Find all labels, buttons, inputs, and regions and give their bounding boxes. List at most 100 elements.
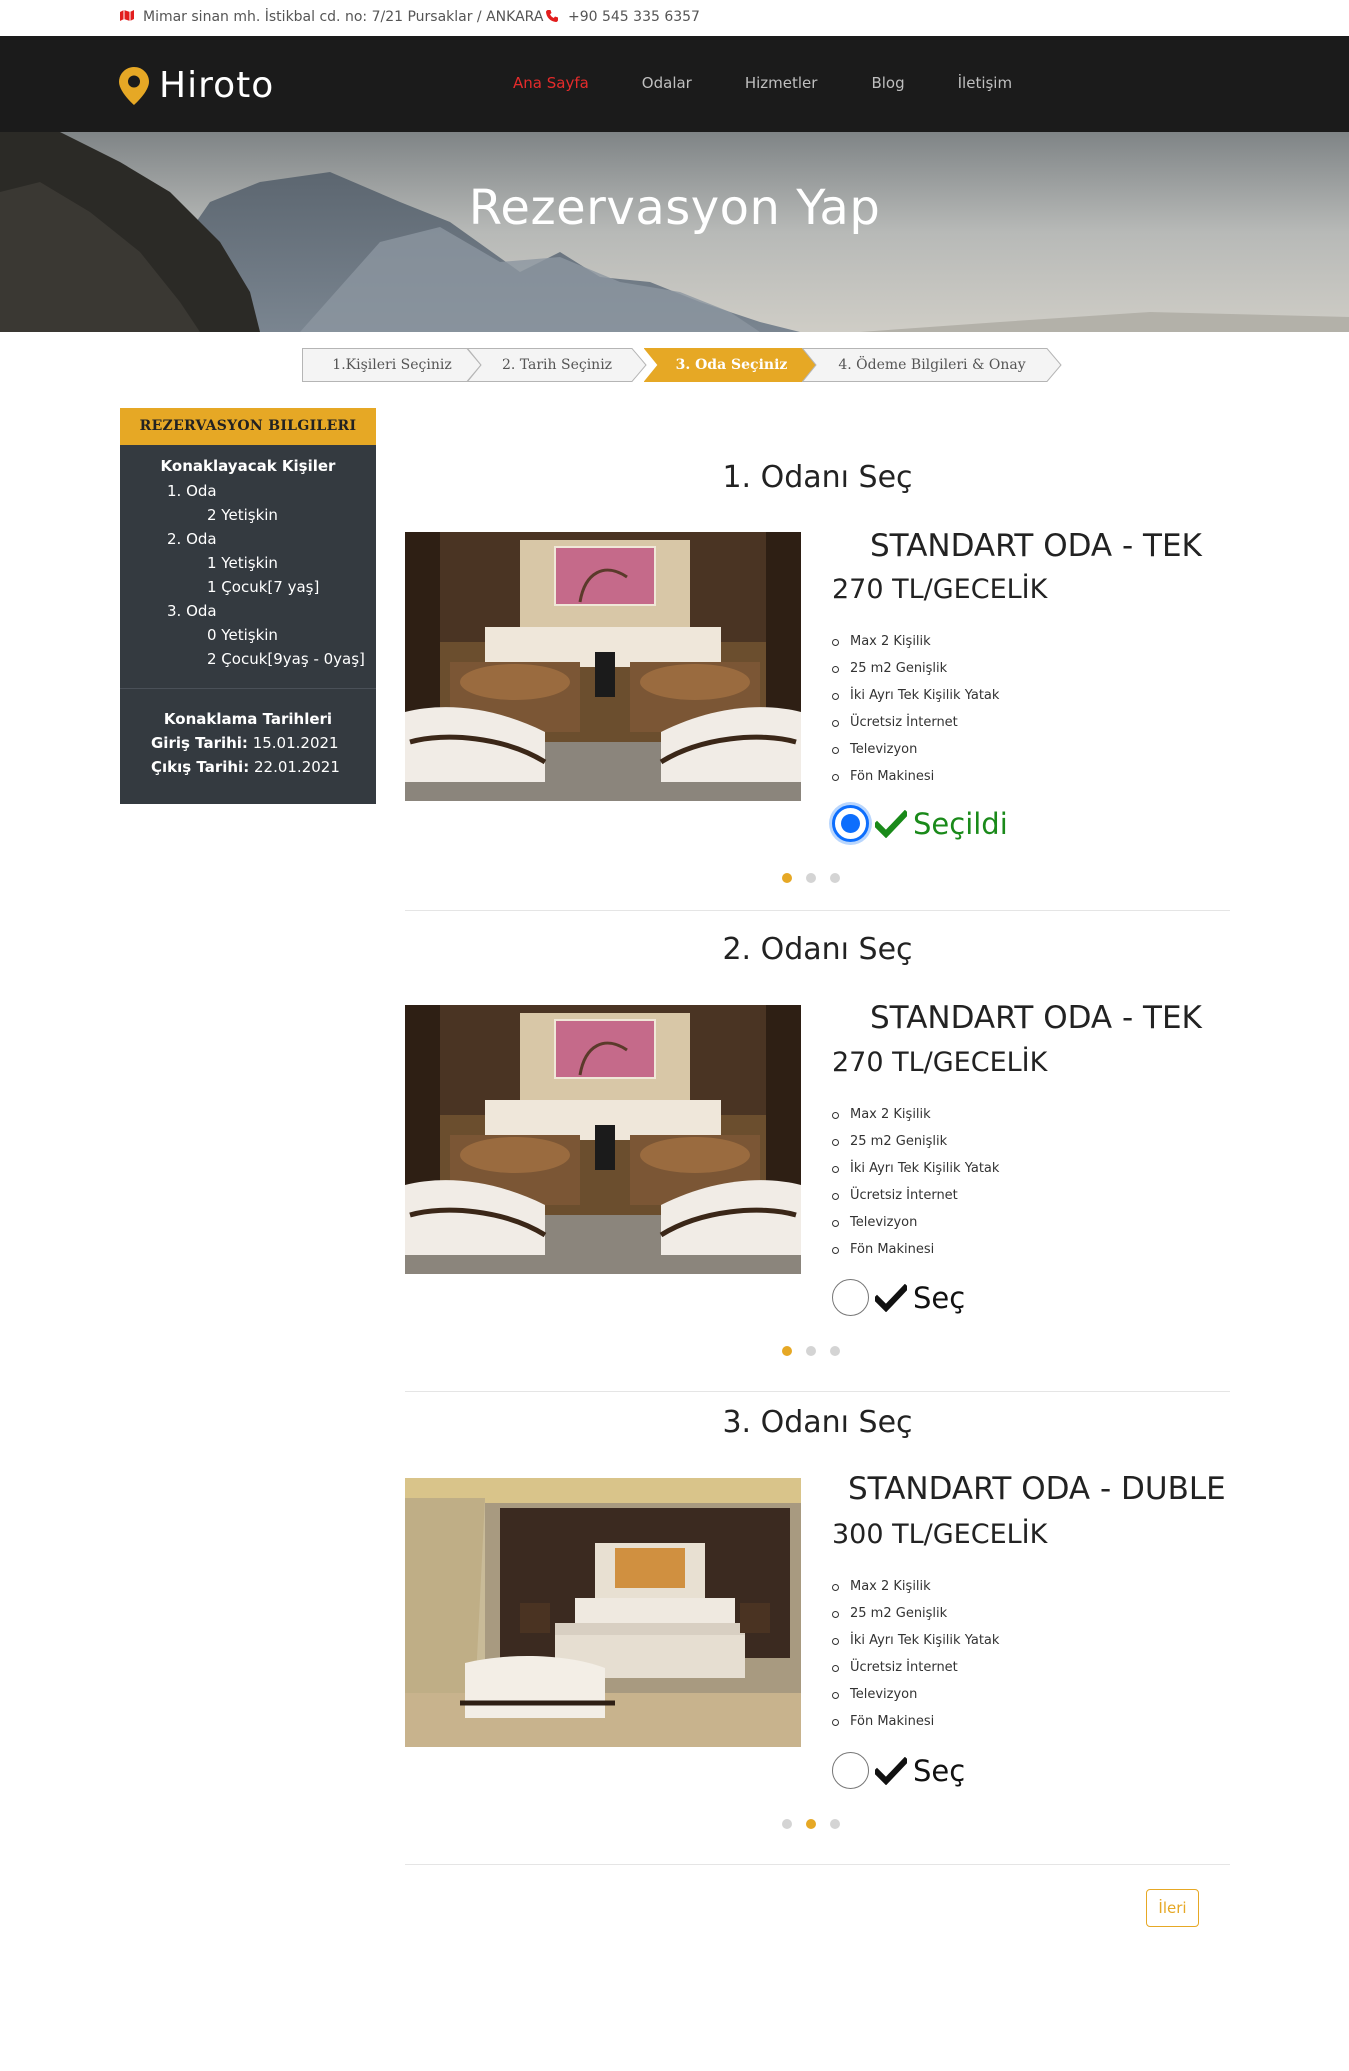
guests-title: Konaklayacak Kişiler <box>160 457 336 475</box>
room-1-photo[interactable] <box>405 532 801 801</box>
checkin-value: 15.01.2021 <box>252 734 339 752</box>
address-info: Mimar sinan mh. İstikbal cd. no: 7/21 Pu… <box>119 9 543 25</box>
room-2-label: 2. Oda <box>167 530 217 548</box>
checkout-label: Çıkış Tarihi: <box>151 758 250 776</box>
step-3-label: 3. Oda Seçiniz <box>675 357 788 373</box>
nav-item-rooms[interactable]: Odalar <box>642 74 692 92</box>
next-button[interactable]: İleri <box>1146 1889 1199 1927</box>
room-2-select-label[interactable]: Seç <box>913 1281 965 1315</box>
carousel-dot[interactable] <box>806 873 816 883</box>
phone-text: +90 545 335 6357 <box>568 9 700 25</box>
room-2-adults: 1 Yetişkin <box>207 554 278 572</box>
room-2-name: STANDART ODA - TEK <box>870 1000 1202 1036</box>
carousel-dot[interactable] <box>806 1346 816 1356</box>
checkin-label: Giriş Tarihi: <box>151 734 248 752</box>
carousel-dot[interactable] <box>782 1346 792 1356</box>
nav-item-contact[interactable]: İletişim <box>958 74 1012 92</box>
carousel-dot[interactable] <box>782 873 792 883</box>
room-3-adults: 0 Yetişkin <box>207 626 278 644</box>
address-text: Mimar sinan mh. İstikbal cd. no: 7/21 Pu… <box>143 9 544 25</box>
room-1-select: Seçildi <box>832 805 1008 842</box>
room-3-photo[interactable] <box>405 1478 801 1747</box>
room-3-select-label[interactable]: Seç <box>913 1754 965 1788</box>
room-1-price: 270 TL/GECELİK <box>832 574 1048 605</box>
logo-text: Hiroto <box>159 65 275 106</box>
room-3-name: STANDART ODA - DUBLE <box>848 1471 1226 1507</box>
feature-item: 25 m2 Genişlik <box>832 1605 999 1632</box>
section-divider <box>405 1864 1230 1865</box>
phone-icon <box>544 9 560 25</box>
room-1-carousel-dots <box>782 873 840 883</box>
hero-title: Rezervasyon Yap <box>468 180 881 236</box>
checkout-row: Çıkış Tarihi: 22.01.2021 <box>151 758 340 776</box>
room-3-label: 3. Oda <box>167 602 217 620</box>
check-icon <box>875 809 907 838</box>
nav-item-home[interactable]: Ana Sayfa <box>513 74 589 92</box>
room-3-carousel-dots <box>782 1819 840 1829</box>
feature-item: Fön Makinesi <box>832 1241 999 1268</box>
room-3-section-title: 3. Odanı Seç <box>722 1405 913 1440</box>
dates-title: Konaklama Tarihleri <box>163 710 333 728</box>
hero-banner: Rezervasyon Yap <box>0 132 1349 332</box>
room-2-photo[interactable] <box>405 1005 801 1274</box>
checkin-row: Giriş Tarihi: 15.01.2021 <box>151 734 339 752</box>
nav-item-services[interactable]: Hizmetler <box>745 74 818 92</box>
room-2-radio[interactable] <box>832 1279 869 1316</box>
room-1-radio[interactable] <box>832 805 869 842</box>
feature-item: Televizyon <box>832 741 999 768</box>
carousel-dot[interactable] <box>806 1819 816 1829</box>
room-1-features: Max 2 Kişilik 25 m2 Genişlik İki Ayrı Te… <box>832 633 999 795</box>
room-3-features: Max 2 Kişilik 25 m2 Genişlik İki Ayrı Te… <box>832 1578 999 1740</box>
carousel-dot[interactable] <box>830 873 840 883</box>
room-2-section-title: 2. Odanı Seç <box>722 932 913 967</box>
feature-item: Max 2 Kişilik <box>832 1578 999 1605</box>
map-icon <box>119 10 135 24</box>
main-header: Hiroto Ana Sayfa Odalar Hizmetler Blog İ… <box>0 36 1349 132</box>
step-3[interactable]: 3. Oda Seçiniz <box>644 348 819 382</box>
carousel-dot[interactable] <box>830 1819 840 1829</box>
feature-item: Max 2 Kişilik <box>832 633 999 660</box>
room-3-select: Seç <box>832 1752 965 1789</box>
check-icon <box>875 1756 907 1785</box>
checkout-value: 22.01.2021 <box>253 758 340 776</box>
reservation-info-panel: REZERVASYON BILGILERI Konaklayacak Kişil… <box>120 408 376 804</box>
step-2-label: 2. Tarih Seçiniz <box>501 357 613 373</box>
room-1-label: 1. Oda <box>167 482 217 500</box>
step-1-label: 1.Kişileri Seçiniz <box>332 357 452 373</box>
room-3-price: 300 TL/GECELİK <box>832 1519 1048 1550</box>
room-2-features: Max 2 Kişilik 25 m2 Genişlik İki Ayrı Te… <box>832 1106 999 1268</box>
room-1-name: STANDART ODA - TEK <box>870 528 1202 564</box>
reservation-steps: 1.Kişileri Seçiniz 2. Tarih Seçiniz 3. O… <box>302 348 1062 382</box>
step-4[interactable]: 4. Ödeme Bilgileri & Onay <box>802 348 1062 382</box>
panel-divider <box>120 688 376 689</box>
top-info-bar: Mimar sinan mh. İstikbal cd. no: 7/21 Pu… <box>0 0 1349 36</box>
step-4-label: 4. Ödeme Bilgileri & Onay <box>838 357 1026 373</box>
feature-item: İki Ayrı Tek Kişilik Yatak <box>832 1632 999 1659</box>
main-nav: Ana Sayfa Odalar Hizmetler Blog İletişim <box>513 74 1012 92</box>
carousel-dot[interactable] <box>830 1346 840 1356</box>
feature-item: İki Ayrı Tek Kişilik Yatak <box>832 1160 999 1187</box>
room-1-guests: 2 Yetişkin <box>207 506 278 524</box>
room-1-select-label[interactable]: Seçildi <box>913 807 1008 841</box>
carousel-dot[interactable] <box>782 1819 792 1829</box>
section-divider <box>405 910 1230 911</box>
location-pin-icon <box>119 66 149 105</box>
feature-item: Max 2 Kişilik <box>832 1106 999 1133</box>
room-1-section-title: 1. Odanı Seç <box>722 460 913 495</box>
nav-item-blog[interactable]: Blog <box>871 74 904 92</box>
logo[interactable]: Hiroto <box>119 65 274 106</box>
room-2-carousel-dots <box>782 1346 840 1356</box>
section-divider <box>405 1391 1230 1392</box>
feature-item: Ücretsiz İnternet <box>832 714 999 741</box>
step-2[interactable]: 2. Tarih Seçiniz <box>467 348 647 382</box>
feature-item: 25 m2 Genişlik <box>832 1133 999 1160</box>
feature-item: Ücretsiz İnternet <box>832 1659 999 1686</box>
feature-item: Fön Makinesi <box>832 1713 999 1740</box>
room-2-children: 1 Çocuk[7 yaş] <box>207 578 320 596</box>
room-2-select: Seç <box>832 1279 965 1316</box>
feature-item: Fön Makinesi <box>832 768 999 795</box>
feature-item: Televizyon <box>832 1686 999 1713</box>
room-2-price: 270 TL/GECELİK <box>832 1047 1048 1078</box>
step-1[interactable]: 1.Kişileri Seçiniz <box>302 348 482 382</box>
room-3-radio[interactable] <box>832 1752 869 1789</box>
